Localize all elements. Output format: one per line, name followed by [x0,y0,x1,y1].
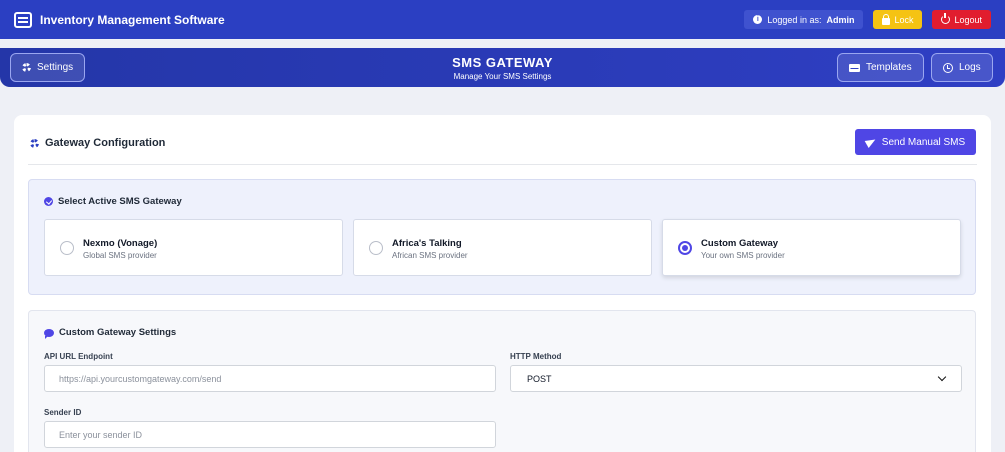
brand[interactable]: Inventory Management Software [14,11,225,28]
gateway-config-card: Gateway Configuration Send Manual SMS Se… [14,115,991,452]
gateway-select-title: Select Active SMS Gateway [44,196,182,207]
gateway-option-africas-talking[interactable]: Africa's Talking African SMS provider [353,219,652,276]
chat-icon [44,328,54,339]
page-header: Settings SMS GATEWAY Manage Your SMS Set… [0,48,1005,87]
option-desc: African SMS provider [392,251,468,260]
api-url-label: API URL Endpoint [44,352,113,361]
lock-button[interactable]: Lock [873,10,923,29]
app-title: Inventory Management Software [40,12,225,27]
logged-in-user: Admin [826,14,855,25]
chevron-down-icon [937,372,947,382]
custom-gateway-title: Custom Gateway Settings [44,327,177,339]
gateway-option-custom[interactable]: Custom Gateway Your own SMS provider [662,219,961,276]
gateway-select-title-text: Select Active SMS Gateway [58,196,182,207]
templates-button[interactable]: Templates [837,53,924,82]
http-method-value: POST [527,373,552,384]
logout-button[interactable]: Logout [932,10,991,29]
option-desc: Your own SMS provider [701,251,785,260]
radio-africas-talking[interactable] [369,241,383,255]
card-header [28,129,977,165]
send-manual-sms-button[interactable]: Send Manual SMS [855,129,976,155]
option-name: Nexmo (Vonage) [83,238,158,249]
send-manual-sms-label: Send Manual SMS [881,136,966,148]
custom-gateway-panel: Custom Gateway Settings API URL Endpoint… [28,310,976,452]
logged-in-badge: i Logged in as: Admin [744,10,864,29]
power-icon [941,13,951,24]
option-name: Africa's Talking [392,238,462,249]
templates-label: Templates [866,62,912,73]
lock-label: Lock [894,14,914,25]
logs-button[interactable]: Logs [931,53,993,82]
paper-plane-icon [864,136,878,148]
http-method-label: HTTP Method [510,352,562,361]
custom-gateway-title-text: Custom Gateway Settings [59,327,177,338]
gateway-option-nexmo[interactable]: Nexmo (Vonage) Global SMS provider [44,219,343,276]
gear-icon [30,138,39,148]
sender-id-label: Sender ID [44,408,82,417]
radio-custom[interactable] [678,241,692,255]
gateway-select-panel: Select Active SMS Gateway Nexmo (Vonage)… [28,179,976,295]
sender-id-input[interactable] [44,421,496,448]
top-navbar: Inventory Management Software i Logged i… [0,0,1005,39]
info-icon: i [753,15,763,24]
envelope-icon [849,63,860,72]
option-desc: Global SMS provider [83,251,157,260]
logout-label: Logout [954,14,982,25]
card-title-text: Gateway Configuration [45,137,166,149]
http-method-select[interactable]: POST [510,365,962,392]
logged-in-prefix: Logged in as: [767,14,822,25]
api-url-input[interactable] [44,365,496,392]
radio-nexmo[interactable] [60,241,74,255]
card-title: Gateway Configuration [30,137,165,149]
history-icon [943,62,953,73]
warehouse-icon [14,11,32,28]
check-circle-icon [44,197,53,206]
lock-icon [882,13,891,25]
logs-label: Logs [959,62,981,73]
option-name: Custom Gateway [701,238,779,249]
